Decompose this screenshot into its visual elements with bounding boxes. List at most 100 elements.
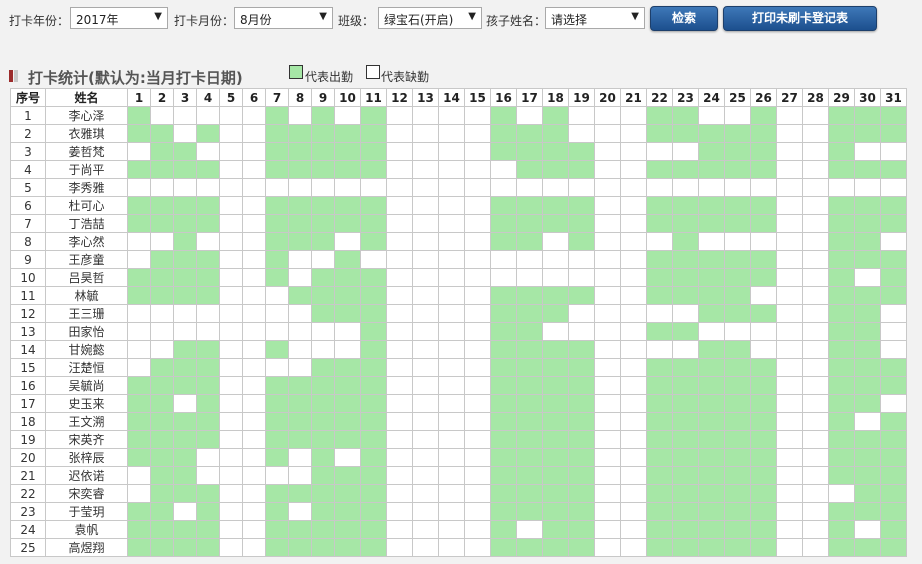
attendance-cell-present xyxy=(334,250,361,269)
attendance-cell-present xyxy=(334,304,361,323)
attendance-cell-absent xyxy=(802,286,829,305)
attendance-cell-absent xyxy=(880,394,907,413)
attendance-cell-present xyxy=(334,160,361,179)
attendance-cell-absent xyxy=(438,412,465,431)
attendance-cell-present xyxy=(542,412,569,431)
attendance-cell-present xyxy=(127,214,151,233)
attendance-cell-absent xyxy=(412,232,439,251)
attendance-cell-present xyxy=(360,484,387,503)
row-index: 8 xyxy=(10,232,46,251)
attendance-cell-absent xyxy=(242,286,266,305)
child-name: 姜哲梵 xyxy=(45,142,128,161)
attendance-cell-present xyxy=(196,520,220,539)
attendance-cell-present xyxy=(516,286,543,305)
attendance-cell-present xyxy=(150,196,174,215)
attendance-cell-present xyxy=(672,268,699,287)
attendance-cell-present xyxy=(360,376,387,395)
attendance-cell-present xyxy=(334,538,361,557)
attendance-cell-absent xyxy=(802,430,829,449)
attendance-cell-absent xyxy=(776,142,803,161)
child-name: 于尚平 xyxy=(45,160,128,179)
attendance-cell-present xyxy=(334,466,361,485)
child-name: 迟依诺 xyxy=(45,466,128,485)
year-select[interactable]: 2017年 ▼ xyxy=(70,7,168,29)
attendance-cell-absent xyxy=(412,376,439,395)
table-row: 16 吴毓尚 xyxy=(10,376,907,395)
print-unswiped-register-button[interactable]: 打印未刷卡登记表 xyxy=(723,6,877,31)
attendance-cell-present xyxy=(196,340,220,359)
attendance-cell-present xyxy=(828,340,855,359)
attendance-cell-present xyxy=(568,340,595,359)
attendance-cell-present xyxy=(698,376,725,395)
attendance-cell-absent xyxy=(620,466,647,485)
attendance-cell-absent xyxy=(196,322,220,341)
attendance-cell-present xyxy=(568,412,595,431)
attendance-cell-absent xyxy=(594,394,621,413)
attendance-cell-present xyxy=(196,250,220,269)
attendance-cell-absent xyxy=(620,250,647,269)
row-index: 17 xyxy=(10,394,46,413)
child-name-select[interactable]: 请选择 ▼ xyxy=(545,7,645,29)
attendance-cell-absent xyxy=(464,232,491,251)
row-index: 14 xyxy=(10,340,46,359)
attendance-cell-absent xyxy=(698,178,725,197)
attendance-cell-present xyxy=(265,538,289,557)
attendance-cell-absent xyxy=(646,232,673,251)
attendance-cell-present xyxy=(360,160,387,179)
child-name: 汪楚恒 xyxy=(45,358,128,377)
attendance-cell-absent xyxy=(646,142,673,161)
attendance-cell-absent xyxy=(127,322,151,341)
attendance-cell-absent xyxy=(880,178,907,197)
attendance-cell-absent xyxy=(386,448,413,467)
attendance-cell-absent xyxy=(594,214,621,233)
class-select[interactable]: 绿宝石(开启) ▼ xyxy=(378,7,482,29)
attendance-cell-present xyxy=(288,376,312,395)
attendance-cell-absent xyxy=(698,322,725,341)
attendance-cell-present xyxy=(542,196,569,215)
attendance-cell-absent xyxy=(464,484,491,503)
attendance-cell-absent xyxy=(219,124,243,143)
attendance-cell-absent xyxy=(516,268,543,287)
day-header: 10 xyxy=(334,88,361,107)
attendance-cell-absent xyxy=(219,376,243,395)
table-row: 6 杜可心 xyxy=(10,196,907,215)
month-select[interactable]: 8月份 ▼ xyxy=(234,7,333,29)
attendance-cell-absent xyxy=(412,412,439,431)
attendance-cell-present xyxy=(568,196,595,215)
attendance-cell-absent xyxy=(802,520,829,539)
attendance-cell-present xyxy=(646,124,673,143)
attendance-cell-present xyxy=(150,286,174,305)
attendance-cell-absent xyxy=(542,232,569,251)
attendance-cell-present xyxy=(516,322,543,341)
search-button[interactable]: 检索 xyxy=(650,6,718,31)
attendance-cell-present xyxy=(724,448,751,467)
attendance-cell-present xyxy=(334,214,361,233)
attendance-cell-absent xyxy=(620,232,647,251)
attendance-cell-present xyxy=(750,268,777,287)
attendance-cell-absent xyxy=(242,196,266,215)
attendance-cell-present xyxy=(311,430,335,449)
attendance-cell-present xyxy=(265,394,289,413)
attendance-cell-absent xyxy=(542,322,569,341)
day-header: 26 xyxy=(750,88,777,107)
attendance-cell-absent xyxy=(412,160,439,179)
attendance-cell-absent xyxy=(802,358,829,377)
attendance-cell-present xyxy=(360,448,387,467)
attendance-cell-absent xyxy=(802,412,829,431)
attendance-cell-present xyxy=(724,142,751,161)
attendance-cell-absent xyxy=(802,232,829,251)
attendance-cell-absent xyxy=(620,448,647,467)
attendance-cell-present xyxy=(334,124,361,143)
attendance-cell-absent xyxy=(776,340,803,359)
attendance-cell-absent xyxy=(516,178,543,197)
attendance-cell-absent xyxy=(219,340,243,359)
attendance-cell-present xyxy=(360,142,387,161)
attendance-cell-absent xyxy=(219,196,243,215)
table-row: 19 宋英齐 xyxy=(10,430,907,449)
attendance-cell-present xyxy=(173,484,197,503)
attendance-cell-present xyxy=(750,520,777,539)
attendance-cell-present xyxy=(880,196,907,215)
attendance-cell-absent xyxy=(265,322,289,341)
attendance-cell-present xyxy=(127,376,151,395)
attendance-cell-present xyxy=(750,484,777,503)
